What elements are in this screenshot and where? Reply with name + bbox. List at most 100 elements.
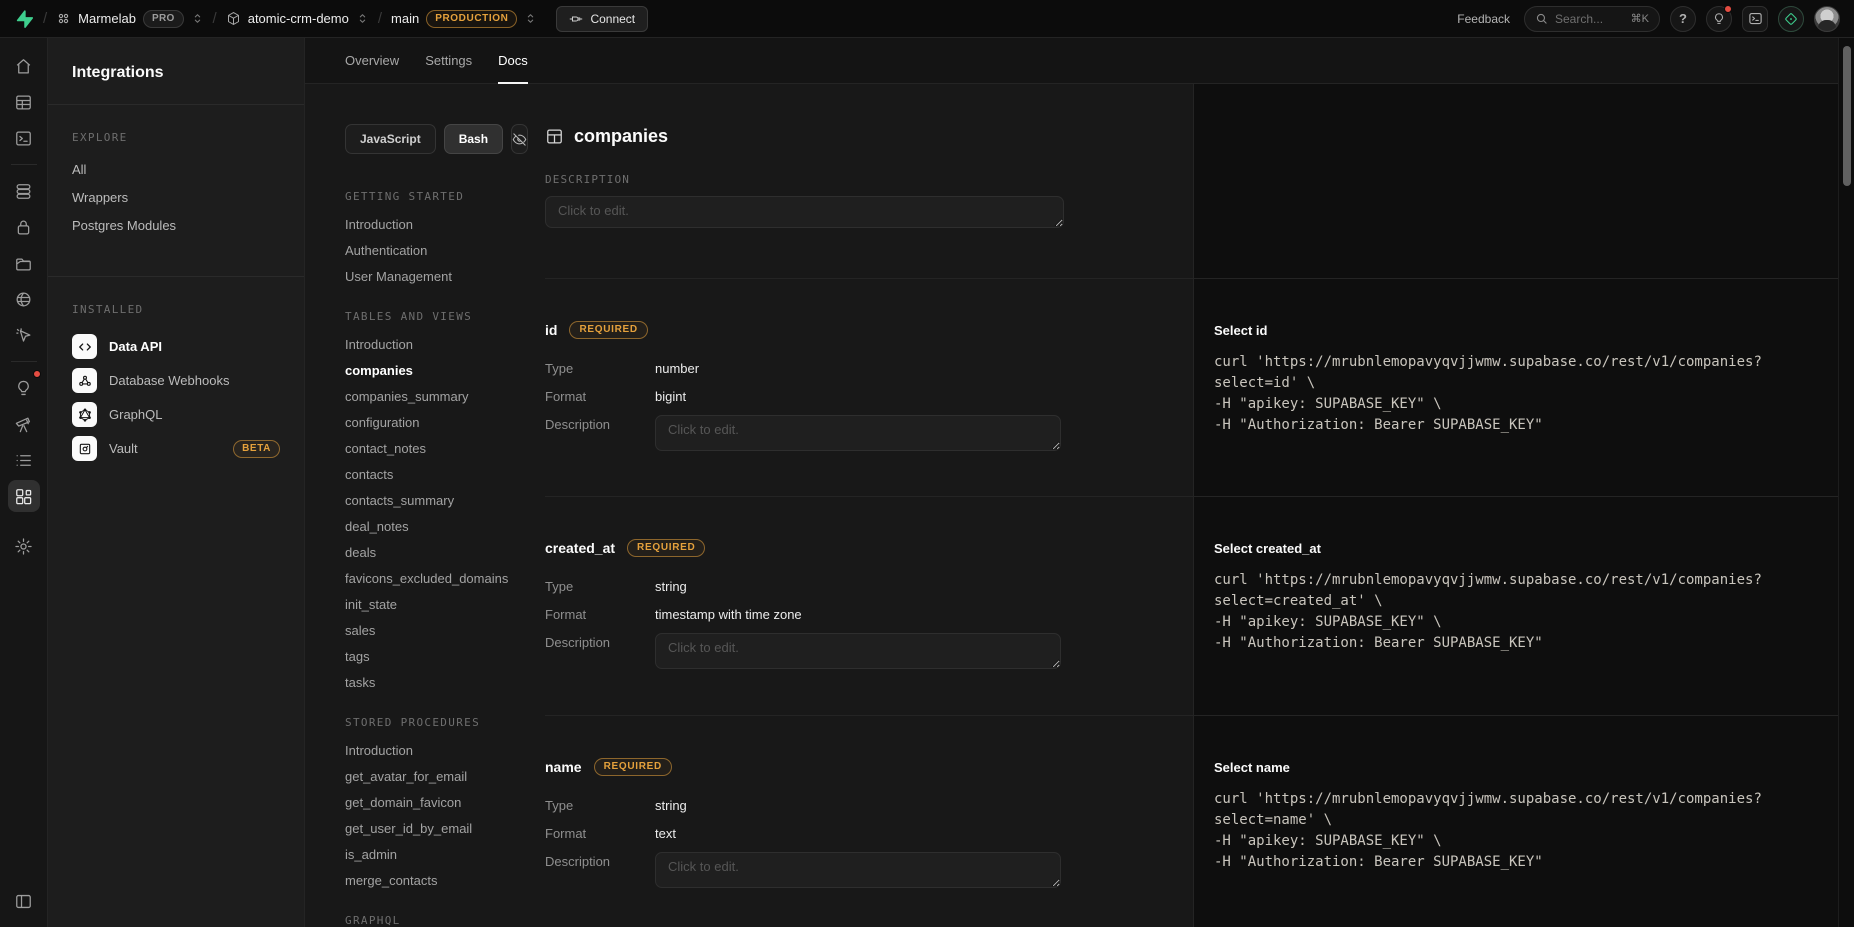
notifications-button[interactable]: [1706, 6, 1732, 32]
nav-item-configuration[interactable]: configuration: [345, 415, 521, 430]
breadcrumb-project[interactable]: atomic-crm-demo: [226, 11, 369, 26]
nav-item-get-domain-favicon[interactable]: get_domain_favicon: [345, 795, 521, 810]
nav-item-tasks[interactable]: tasks: [345, 675, 521, 690]
nav-item-is-admin[interactable]: is_admin: [345, 847, 521, 862]
nav-item-favicons-excluded-domains[interactable]: favicons_excluded_domains: [345, 571, 521, 586]
breadcrumb-organization[interactable]: Marmelab PRO: [56, 10, 203, 28]
field-description-input[interactable]: [655, 633, 1061, 669]
assistant-button[interactable]: [1778, 6, 1804, 32]
nav-item-merge-contacts[interactable]: merge_contacts: [345, 873, 521, 888]
rail-integrations-icon[interactable]: [8, 480, 40, 512]
sidebar-item-database-webhooks[interactable]: Database Webhooks: [72, 368, 280, 393]
supabase-logo-icon[interactable]: [12, 8, 34, 30]
nav-item-companies[interactable]: companies: [345, 363, 521, 378]
nav-item-tables-introduction[interactable]: Introduction: [345, 337, 521, 352]
webhooks-icon: [72, 368, 97, 393]
nav-item-deal-notes[interactable]: deal_notes: [345, 519, 521, 534]
search-input[interactable]: Search... ⌘K: [1524, 6, 1660, 32]
connect-button[interactable]: Connect: [556, 6, 648, 32]
snippet-title: Select id: [1214, 323, 1814, 338]
vertical-scrollbar[interactable]: [1838, 38, 1854, 927]
breadcrumb-branch[interactable]: main PRODUCTION: [391, 10, 537, 28]
rail-realtime-icon[interactable]: [8, 319, 40, 351]
nav-item-introduction[interactable]: Introduction: [345, 217, 521, 232]
lightbulb-icon: [1712, 12, 1726, 26]
scrollbar-thumb[interactable]: [1843, 46, 1851, 186]
required-badge: REQUIRED: [594, 758, 672, 776]
terminal-button[interactable]: [1742, 6, 1768, 32]
branch-switcher-chevron-icon[interactable]: [524, 12, 537, 25]
language-javascript-button[interactable]: JavaScript: [345, 124, 436, 154]
entity-description-input[interactable]: [545, 196, 1064, 228]
feedback-link[interactable]: Feedback: [1457, 12, 1510, 26]
org-switcher-chevron-icon[interactable]: [191, 12, 204, 25]
required-badge: REQUIRED: [627, 539, 705, 557]
rail-table-editor-icon[interactable]: [8, 86, 40, 118]
nav-item-procedures-introduction[interactable]: Introduction: [345, 743, 521, 758]
collapse-sidebar-icon[interactable]: [8, 885, 40, 917]
rail-sql-editor-icon[interactable]: [8, 122, 40, 154]
rail-reports-icon[interactable]: [8, 408, 40, 440]
sidebar-item-wrappers[interactable]: Wrappers: [72, 190, 280, 205]
nav-item-tags[interactable]: tags: [345, 649, 521, 664]
nav-item-authentication[interactable]: Authentication: [345, 243, 521, 258]
format-label: Format: [545, 605, 655, 622]
snippet-title: Select created_at: [1214, 541, 1814, 556]
rail-auth-icon[interactable]: [8, 211, 40, 243]
nav-item-contacts[interactable]: contacts: [345, 467, 521, 482]
field-description-input[interactable]: [655, 852, 1061, 888]
nav-item-get-user-id-by-email[interactable]: get_user_id_by_email: [345, 821, 521, 836]
rail-logs-icon[interactable]: [8, 444, 40, 476]
type-label: Type: [545, 796, 655, 813]
sidebar-item-postgres-modules[interactable]: Postgres Modules: [72, 218, 280, 233]
org-plan-badge: PRO: [143, 10, 184, 28]
graphql-icon: [72, 402, 97, 427]
nav-item-companies-summary[interactable]: companies_summary: [345, 389, 521, 404]
toggle-keys-button[interactable]: [511, 124, 528, 154]
project-cube-icon: [226, 11, 241, 26]
tab-docs[interactable]: Docs: [498, 38, 528, 84]
nav-section-tables-and-views: TABLES AND VIEWS Introduction companies …: [345, 310, 521, 690]
project-switcher-chevron-icon[interactable]: [356, 12, 369, 25]
assistant-diamond-icon: [1784, 12, 1798, 26]
notification-dot: [1724, 5, 1732, 13]
rail-home-icon[interactable]: [8, 50, 40, 82]
help-icon: ?: [1679, 11, 1687, 26]
tab-overview[interactable]: Overview: [345, 38, 399, 84]
sidebar-item-data-api[interactable]: Data API: [72, 334, 280, 359]
rail-database-icon[interactable]: [8, 175, 40, 207]
table-icon: [545, 127, 564, 146]
language-bash-button[interactable]: Bash: [444, 124, 503, 154]
plug-icon: [569, 12, 583, 26]
branch-env-badge: PRODUCTION: [426, 10, 517, 28]
sidebar-item-graphql[interactable]: GraphQL: [72, 402, 280, 427]
rail-advisors-icon[interactable]: [8, 372, 40, 404]
sidebar-item-all[interactable]: All: [72, 162, 280, 177]
nav-item-sales[interactable]: sales: [345, 623, 521, 638]
nav-item-deals[interactable]: deals: [345, 545, 521, 560]
nav-item-user-management[interactable]: User Management: [345, 269, 521, 284]
docs-nav: JavaScript Bash GETTING STARTED Introduc…: [305, 84, 545, 927]
snippet-title: Select name: [1214, 760, 1814, 775]
vault-icon: [72, 436, 97, 461]
rail-storage-icon[interactable]: [8, 247, 40, 279]
curl-snippet: curl 'https://mrubnlemopavyqvjjwmw.supab…: [1214, 570, 1814, 654]
nav-item-contact-notes[interactable]: contact_notes: [345, 441, 521, 456]
description-label: DESCRIPTION: [545, 173, 1193, 186]
rail-settings-icon[interactable]: [8, 530, 40, 562]
nav-item-init-state[interactable]: init_state: [345, 597, 521, 612]
installed-section-label: INSTALLED: [72, 303, 280, 316]
nav-item-contacts-summary[interactable]: contacts_summary: [345, 493, 521, 508]
section-companies-description: companies DESCRIPTION: [545, 84, 1838, 279]
nav-item-get-avatar-for-email[interactable]: get_avatar_for_email: [345, 769, 521, 784]
code-panel-top: [1193, 84, 1838, 278]
sidebar-item-vault[interactable]: Vault BETA: [72, 436, 280, 461]
rail-edge-functions-icon[interactable]: [8, 283, 40, 315]
field-description-input[interactable]: [655, 415, 1061, 451]
tab-settings[interactable]: Settings: [425, 38, 472, 84]
help-button[interactable]: ?: [1670, 6, 1696, 32]
section-field-name: name REQUIRED Typestring Formattext Desc…: [545, 716, 1838, 927]
user-avatar[interactable]: [1814, 6, 1840, 32]
type-label: Type: [545, 359, 655, 376]
breadcrumb-separator: /: [213, 10, 217, 27]
